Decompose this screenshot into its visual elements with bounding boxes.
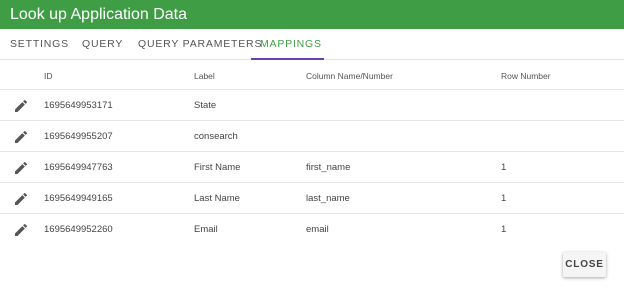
dialog-title: Look up Application Data: [0, 0, 624, 29]
cell-label: consearch: [194, 131, 238, 142]
cell-row-number: 1: [501, 162, 507, 173]
cell-label: Last Name: [194, 193, 240, 204]
column-header-row-number: Row Number: [501, 71, 551, 81]
tab-settings[interactable]: SETTINGS: [10, 29, 69, 60]
table-row: 1695649952260 Email email 1: [0, 214, 624, 245]
cell-column-name: last_name: [306, 193, 350, 204]
cell-id: 1695649949165: [44, 193, 113, 204]
edit-icon[interactable]: [13, 160, 29, 176]
mappings-table: ID Label Column Name/Number Row Number 1…: [0, 60, 624, 245]
close-button[interactable]: CLOSE: [563, 252, 606, 277]
table-row: 1695649955207 consearch: [0, 121, 624, 152]
cell-row-number: 1: [501, 193, 507, 204]
cell-row-number: 1: [501, 224, 507, 235]
tab-mappings[interactable]: MAPPINGS: [260, 29, 322, 60]
cell-id: 1695649953171: [44, 100, 113, 111]
column-header-column-name: Column Name/Number: [306, 71, 393, 81]
tab-bar: SETTINGS QUERY QUERY PARAMETERS MAPPINGS: [0, 29, 624, 60]
table-row: 1695649947763 First Name first_name 1: [0, 152, 624, 183]
cell-id: 1695649955207: [44, 131, 113, 142]
cell-id: 1695649947763: [44, 162, 113, 173]
tab-query-parameters[interactable]: QUERY PARAMETERS: [138, 29, 262, 60]
cell-column-name: email: [306, 224, 329, 235]
cell-label: First Name: [194, 162, 241, 173]
edit-icon[interactable]: [13, 222, 29, 238]
edit-icon[interactable]: [13, 191, 29, 207]
edit-icon[interactable]: [13, 98, 29, 114]
table-header: ID Label Column Name/Number Row Number: [0, 60, 624, 90]
table-row: 1695649953171 State: [0, 90, 624, 121]
column-header-id: ID: [44, 71, 53, 81]
cell-label: Email: [194, 224, 218, 235]
table-row: 1695649949165 Last Name last_name 1: [0, 183, 624, 214]
column-header-label: Label: [194, 71, 215, 81]
cell-column-name: first_name: [306, 162, 351, 173]
cell-label: State: [194, 100, 217, 111]
tab-query[interactable]: QUERY: [82, 29, 123, 60]
edit-icon[interactable]: [13, 129, 29, 145]
cell-id: 1695649952260: [44, 224, 113, 235]
